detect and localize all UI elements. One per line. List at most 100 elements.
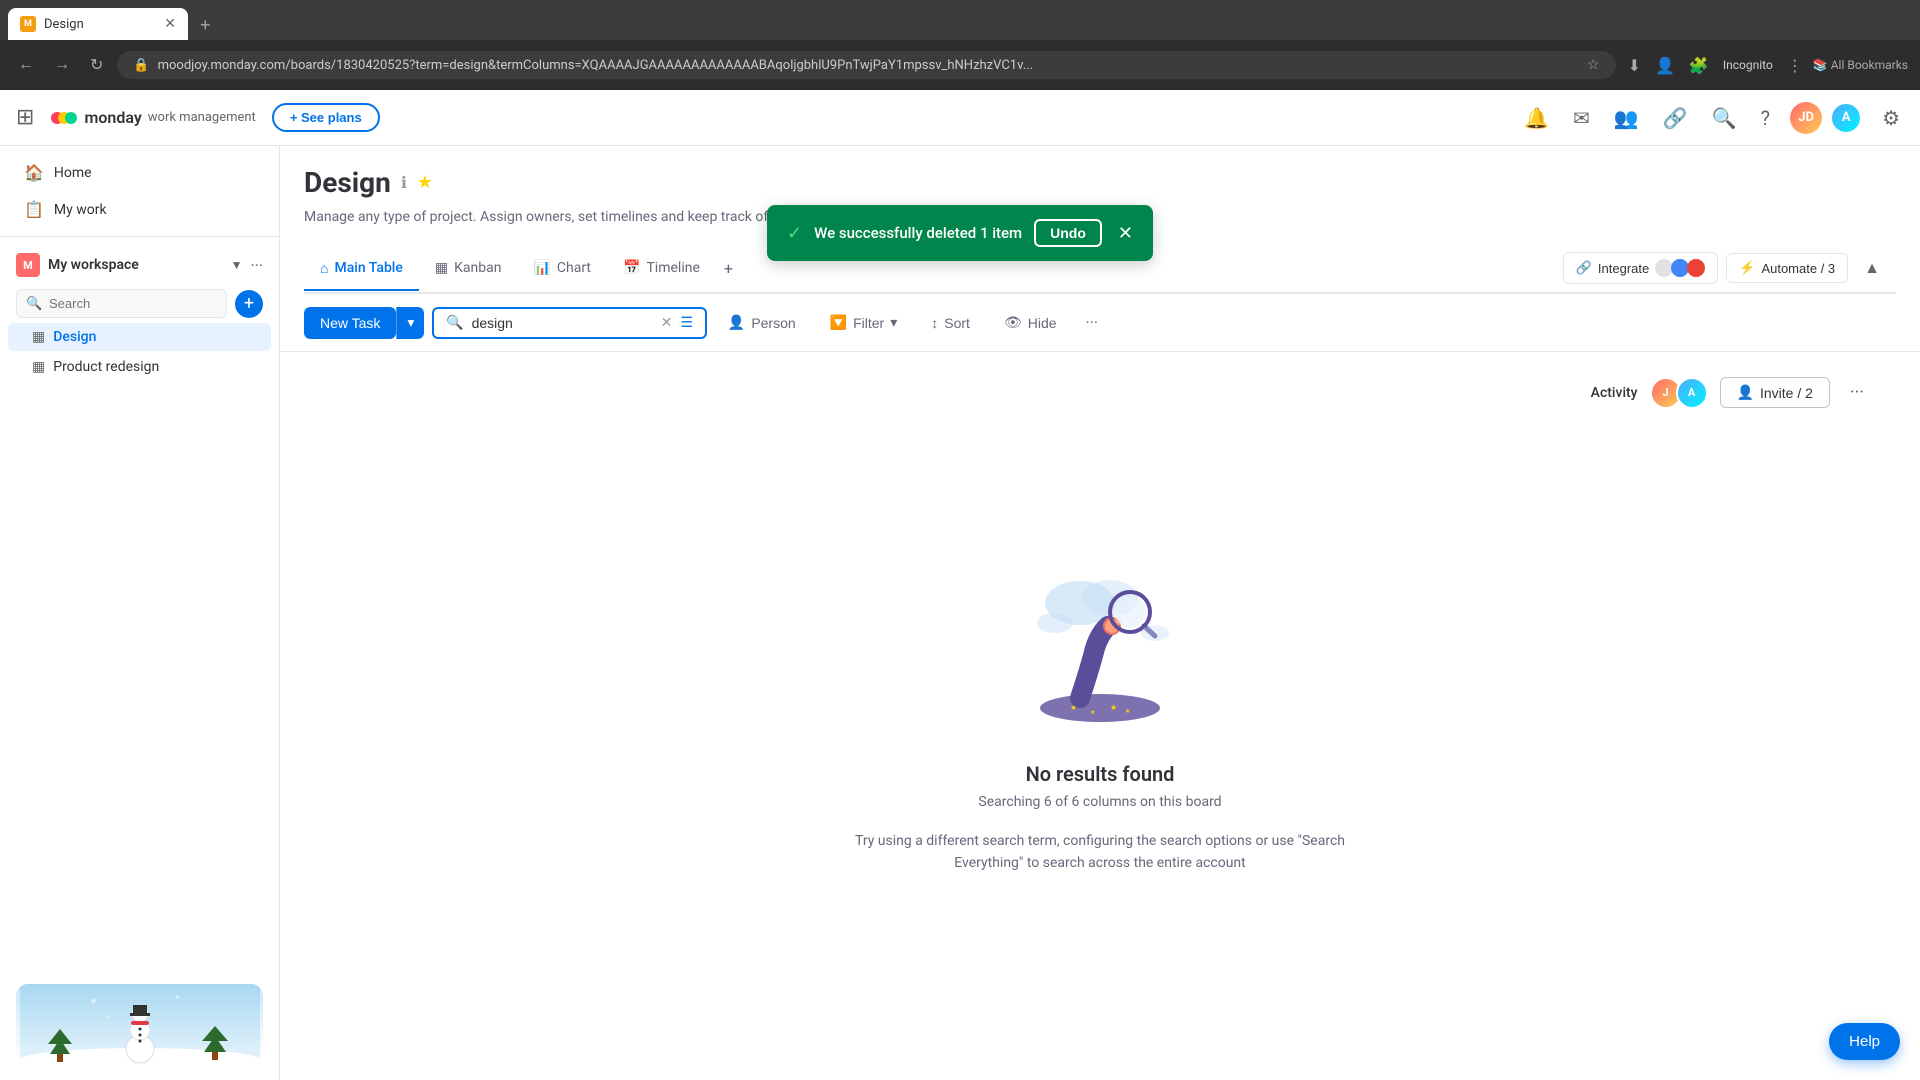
no-results-illustration: ★ ★ ★ ★ <box>1000 558 1200 738</box>
activity-row: Activity J A 👤 Invite / 2 ··· <box>1591 376 1872 409</box>
sidebar-search-row: 🔍 + <box>0 285 279 322</box>
sidebar-item-design[interactable]: ▦ Design <box>8 323 271 351</box>
address-bar[interactable]: 🔒 moodjoy.monday.com/boards/1830420525?t… <box>117 51 1615 79</box>
undo-button[interactable]: Undo <box>1034 219 1102 247</box>
help-button[interactable]: Help <box>1829 1023 1900 1060</box>
user-avatar[interactable]: JD <box>1790 102 1822 134</box>
tab-chart[interactable]: 📊 Chart <box>517 248 607 290</box>
svg-text:❄: ❄ <box>90 997 97 1006</box>
apps-grid-icon[interactable]: ⊞ <box>16 105 34 130</box>
tab-timeline-label: Timeline <box>646 260 699 276</box>
sidebar-search-input[interactable] <box>16 289 227 318</box>
tab-favicon: M <box>20 16 36 32</box>
search-clear-icon[interactable]: ✕ <box>661 315 673 331</box>
integrations-icon[interactable]: 🔗 <box>1663 106 1688 130</box>
collapse-button[interactable]: ▲ <box>1856 252 1888 284</box>
integrate-button[interactable]: 🔗 Integrate <box>1563 252 1719 284</box>
empty-state-description: Try using a different search term, confi… <box>850 830 1350 875</box>
incognito-label: Incognito <box>1719 54 1777 76</box>
hide-icon: 👁 <box>1004 314 1022 331</box>
new-task-dropdown-button[interactable]: ▾ <box>396 307 424 339</box>
integrate-logos <box>1655 259 1705 277</box>
info-icon[interactable]: ℹ <box>401 173 407 192</box>
board-label-product: Product redesign <box>53 359 159 375</box>
notifications-icon[interactable]: 🔔 <box>1524 106 1549 130</box>
user-avatar-2[interactable]: A <box>1830 102 1862 134</box>
page-title-row: Design ℹ ★ <box>304 166 1896 199</box>
invite-button[interactable]: 👤 Invite / 2 <box>1720 377 1830 408</box>
toast-message: We successfully deleted 1 item <box>814 224 1022 242</box>
download-icon[interactable]: ⬇ <box>1624 52 1645 79</box>
bookmark-icon[interactable]: ☆ <box>1587 57 1600 73</box>
tab-chart-label: Chart <box>557 260 591 276</box>
workspace-header[interactable]: M My workspace ▼ ··· <box>0 245 279 285</box>
svg-text:★: ★ <box>1090 709 1095 716</box>
toast-close-button[interactable]: ✕ <box>1118 223 1133 244</box>
settings-icon[interactable]: ⚙ <box>1882 106 1900 130</box>
add-view-button[interactable]: + <box>716 247 741 290</box>
activity-label: Activity <box>1591 385 1638 401</box>
app-body: 🏠 Home 📋 My work M My workspace ▼ ··· 🔍 <box>0 146 1920 1080</box>
filter-button[interactable]: 🔽 Filter ▾ <box>817 306 911 339</box>
new-tab-button[interactable]: + <box>192 11 219 40</box>
sidebar-item-home[interactable]: 🏠 Home <box>8 155 271 190</box>
app-header: ⊞ monday work management + See plans 🔔 ✉… <box>0 90 1920 146</box>
automate-button[interactable]: ⚡ Automate / 3 <box>1726 253 1848 283</box>
toast-container: ✓ We successfully deleted 1 item Undo ✕ <box>767 205 1153 261</box>
main-table-icon: ⌂ <box>320 260 328 277</box>
tab-timeline[interactable]: 📅 Timeline <box>607 248 716 290</box>
extensions-icon[interactable]: 🧩 <box>1685 52 1713 79</box>
see-plans-button[interactable]: + See plans <box>272 103 380 132</box>
tab-main-table[interactable]: ⌂ Main Table <box>304 248 419 291</box>
person-icon: 👤 <box>728 314 745 331</box>
person-filter-button[interactable]: 👤 Person <box>715 306 809 339</box>
workspace-menu-icon[interactable]: ··· <box>250 256 263 275</box>
sidebar-mywork-label: My work <box>54 202 107 218</box>
sidebar-item-product-redesign[interactable]: ▦ Product redesign <box>8 353 271 381</box>
toolbar: New Task ▾ 🔍 ✕ ☰ 👤 Person 🔽 Filter ▾ <box>280 294 1920 352</box>
sidebar-home-label: Home <box>54 165 92 181</box>
more-options-button[interactable]: ··· <box>1842 376 1872 409</box>
browser-tab-bar: M Design ✕ + <box>0 0 1920 40</box>
search-box-input[interactable] <box>472 315 653 331</box>
sidebar: 🏠 Home 📋 My work M My workspace ▼ ··· 🔍 <box>0 146 280 1080</box>
inbox-icon[interactable]: ✉ <box>1573 106 1590 130</box>
page-title: Design <box>304 166 391 199</box>
person-add-icon: 👤 <box>1737 384 1754 401</box>
search-header-icon[interactable]: 🔍 <box>1712 106 1737 130</box>
new-task-button[interactable]: New Task <box>304 307 396 339</box>
tab-close-icon[interactable]: ✕ <box>164 16 176 32</box>
hide-button[interactable]: 👁 Hide <box>991 306 1070 339</box>
search-box-icon: 🔍 <box>446 315 463 331</box>
new-task-group: New Task ▾ <box>304 307 424 339</box>
activity-avatar-2: A <box>1676 377 1708 409</box>
bookmarks-label: 📚 All Bookmarks <box>1813 58 1908 72</box>
empty-state: ★ ★ ★ ★ No results found <box>280 352 1920 1080</box>
filter-icon: 🔽 <box>830 314 847 331</box>
menu-icon[interactable]: ⋮ <box>1783 52 1807 79</box>
svg-text:★: ★ <box>1110 703 1117 712</box>
sort-icon: ↕ <box>931 315 938 331</box>
search-filter-icon[interactable]: ☰ <box>680 315 693 331</box>
integrate-icon: 🔗 <box>1576 260 1592 276</box>
browser-tab[interactable]: M Design ✕ <box>8 8 188 40</box>
board-icon-design: ▦ <box>32 329 45 345</box>
profile-icon[interactable]: 👤 <box>1651 52 1679 79</box>
help-icon[interactable]: ? <box>1761 106 1770 130</box>
toolbar-more-button[interactable]: ··· <box>1078 306 1107 339</box>
snowman-illustration: ❄ ❄ ❄ <box>16 984 263 1064</box>
workspace-chevron-icon: ▼ <box>231 258 243 272</box>
forward-button[interactable]: → <box>48 52 76 78</box>
back-button[interactable]: ← <box>12 52 40 78</box>
star-icon[interactable]: ★ <box>417 172 433 193</box>
reload-button[interactable]: ↻ <box>84 51 109 79</box>
svg-text:❄: ❄ <box>175 994 180 1001</box>
tab-kanban[interactable]: ▦ Kanban <box>419 248 518 290</box>
sort-button[interactable]: ↕ Sort <box>918 307 983 339</box>
kanban-icon: ▦ <box>435 260 448 276</box>
sidebar-item-mywork[interactable]: 📋 My work <box>8 192 271 227</box>
sidebar-search-icon: 🔍 <box>26 296 42 311</box>
tab-main-table-label: Main Table <box>334 260 402 276</box>
people-icon[interactable]: 👥 <box>1614 106 1639 130</box>
sidebar-add-button[interactable]: + <box>235 290 263 318</box>
